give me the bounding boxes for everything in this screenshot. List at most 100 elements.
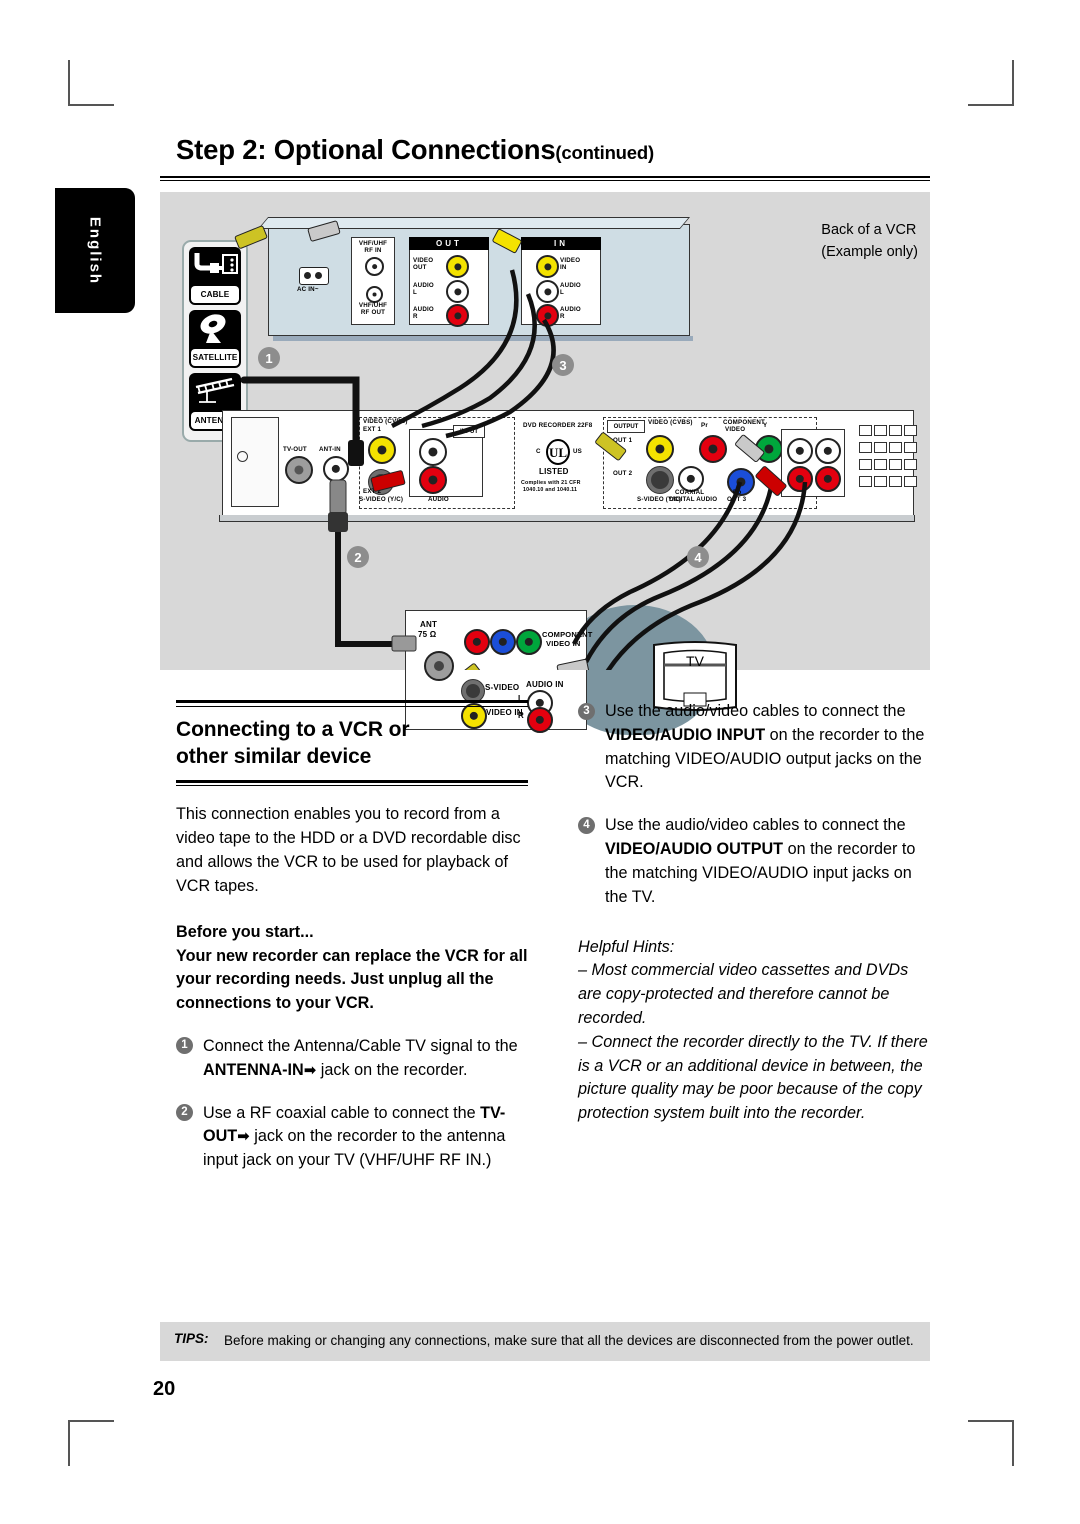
recorder-screw-left (237, 451, 248, 462)
crop-mark-bottom-left (68, 1420, 114, 1466)
section-rule-top (176, 700, 528, 707)
satellite-dish-icon (189, 310, 241, 344)
step-1-post: jack on the recorder. (316, 1060, 468, 1079)
title-divider (160, 176, 930, 181)
recorder-audio-l2-out-jack (815, 438, 841, 464)
section-rule-bottom (176, 779, 528, 787)
vcr-audio-r-in-jack (536, 304, 559, 327)
recorder-y-label: Y (763, 422, 768, 429)
tv-svideo-label: S-VIDEO (485, 683, 520, 692)
recorder-out2-label: OUT 2 (613, 470, 633, 477)
tv-out-jack-icon: ➡ (237, 1127, 250, 1146)
ul-complies-line1: Complies with 21 CFR (521, 480, 581, 486)
recorder-vent-grid (859, 425, 917, 436)
tv-ant-label: ANT (420, 620, 438, 629)
recorder-component-video-label: VIDEO (725, 426, 746, 433)
tv-component-pr-jack (464, 629, 490, 655)
cable-icon (189, 247, 241, 281)
helpful-hint-1: – Most commercial video cassettes and DV… (578, 961, 909, 1027)
recorder-tv-out-label: TV-OUT (283, 446, 307, 453)
vcr-video-in-label-2: IN (560, 264, 567, 271)
callout-2: 2 (347, 546, 369, 568)
tips-text: Before making or changing any connection… (224, 1333, 914, 1348)
vcr-rf-group: VHF/UHF RF IN VHF/UHF RF OUT (351, 237, 395, 325)
vcr-video-out-label-2: OUT (413, 264, 427, 271)
tv-component-pb-jack (490, 629, 516, 655)
right-text-column: 3 Use the audio/video cables to connect t… (578, 700, 936, 1126)
connection-diagram: Back of a VCR (Example only) CABLE SATEL… (160, 192, 930, 735)
recorder-audio-r2-out-jack (815, 466, 841, 492)
page-title: Step 2: Optional Connections(continued) (176, 134, 654, 166)
vcr-audio-l-in-label-2: L (560, 289, 564, 296)
svg-text:UL: UL (549, 445, 567, 460)
intro-paragraph: This connection enables you to record fr… (176, 805, 521, 895)
vcr-rf-in-label-2: RF IN (364, 247, 382, 254)
vcr-base-shadow (273, 336, 693, 341)
section-heading: Connecting to a VCR or other similar dev… (176, 716, 536, 771)
callout-1: 1 (258, 347, 280, 369)
vcr-out-header: OUT (409, 237, 489, 250)
recorder-video-cvbs-out-label: VIDEO (CVBS) (648, 419, 693, 426)
step-2-number: 2 (176, 1104, 193, 1122)
page-title-main: Step 2: Optional Connections (176, 134, 556, 165)
step-3-pre: Use the audio/video cables to connect th… (605, 702, 906, 720)
recorder-rear-panel: TV-OUT ANT-IN VIDEO (CVBS) EXT 1 EXT 2 S… (219, 410, 917, 522)
step-4-pre: Use the audio/video cables to connect th… (605, 816, 906, 835)
tips-footer: TIPS: Before making or changing any conn… (160, 1322, 930, 1361)
recorder-audio-in-label: AUDIO (428, 496, 449, 503)
recorder-ant-in-label: ANT-IN (319, 446, 341, 453)
tv-audio-in-label: AUDIO IN (526, 680, 564, 689)
vcr-audio-r-out-jack (446, 304, 469, 327)
recorder-pr-label: Pr (701, 422, 708, 429)
recorder-video-in-jack (368, 436, 396, 464)
recorder-output-header: OUTPUT (607, 420, 645, 433)
step-1: 1 Connect the Antenna/Cable TV signal to … (176, 1035, 536, 1083)
step-4: 4 Use the audio/video cables to connect t… (578, 814, 936, 909)
recorder-audio-r-out-jack (787, 466, 813, 492)
tv-set-label: TV (686, 653, 704, 669)
crop-mark-bottom-right (968, 1420, 1014, 1466)
vcr-audio-l-out-label-2: L (413, 289, 417, 296)
step-2: 2 Use a RF coaxial cable to connect the T… (176, 1102, 536, 1173)
step-3-bold: VIDEO/AUDIO INPUT (605, 725, 766, 744)
crop-mark-top-right (968, 60, 1014, 106)
recorder-y-jack (755, 435, 783, 463)
ul-mark-icon: UL (545, 439, 571, 465)
vcr-rf-out-jack (366, 286, 383, 303)
recorder-audio-r-in-jack (419, 466, 447, 494)
tv-ant-impedance-label: 75 Ω (418, 630, 437, 639)
diagram-caption-line2: (Example only) (821, 243, 918, 260)
tv-component-label-2: VIDEO IN (546, 639, 581, 648)
recorder-video-cvbs-label: VIDEO (CVBS) (363, 418, 408, 425)
antenna-icon (189, 373, 241, 407)
recorder-ext1-label: EXT 1 (363, 426, 382, 433)
source-cable-label: CABLE (191, 286, 239, 303)
page-number: 20 (153, 1378, 176, 1400)
recorder-coaxial-label-2: DIGITAL AUDIO (669, 496, 718, 503)
callout-4: 4 (687, 546, 709, 568)
ul-us-mark: US (573, 448, 582, 455)
step-2-pre: Use a RF coaxial cable to connect the (203, 1103, 481, 1122)
recorder-base-lip (219, 515, 915, 522)
vcr-rf-in-jack (365, 257, 384, 276)
section-heading-line2: other similar device (176, 745, 372, 769)
crop-mark-top-left (68, 60, 114, 106)
step-3-number: 3 (578, 702, 595, 720)
recorder-ant-in-jack (323, 456, 349, 482)
recorder-ext2-label: EXT 2 (363, 488, 382, 495)
vcr-in-header: IN (521, 237, 601, 250)
step-1-pre: Connect the Antenna/Cable TV signal to t… (203, 1036, 518, 1055)
recorder-input-header: INPUT (453, 425, 485, 438)
tips-label: TIPS: (174, 1331, 209, 1346)
ul-c-mark: C (536, 448, 541, 455)
vcr-audio-l-in-jack (536, 280, 559, 303)
ac-inlet (299, 267, 329, 285)
tv-component-label-1: COMPONENT (542, 630, 593, 639)
recorder-left-plate (231, 417, 279, 507)
vcr-audio-l-out-jack (446, 280, 469, 303)
vcr-out-group: OUT VIDEO OUT AUDIO L AUDIO R (409, 237, 489, 327)
recorder-model-label: DVD RECORDER 22F8 (523, 422, 593, 429)
ul-listed-label: LISTED (539, 467, 569, 476)
tv-ant-jack (424, 651, 454, 681)
vcr-audio-r-in-label-2: R (560, 313, 565, 320)
